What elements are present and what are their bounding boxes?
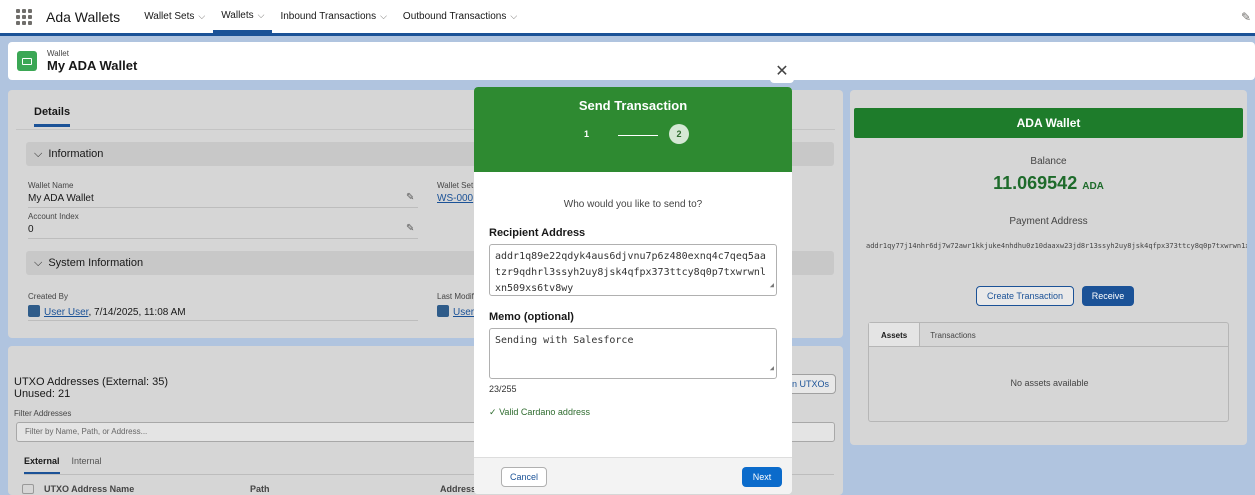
nav-tab-inbound-transactions[interactable]: Inbound Transactions ⌵ <box>272 0 394 33</box>
top-navigation: Ada Wallets Wallet Sets ⌵ Wallets ⌵ Inboun… <box>0 0 1255 36</box>
column-path[interactable]: Path <box>250 484 430 495</box>
empty-assets-message: No assets available <box>1010 378 1089 388</box>
record-object-label: Wallet <box>47 49 69 58</box>
wallet-name-label: Wallet Name <box>28 181 74 190</box>
memo-text: Sending with Salesforce <box>495 335 634 346</box>
nav-tab-outbound-transactions[interactable]: Outbound Transactions ⌵ <box>395 0 525 33</box>
tab-external[interactable]: External <box>24 456 60 474</box>
recipient-address-text: addr1q89e22qdyk4aus6djvnu7p6z480exnq4c7q… <box>495 251 766 294</box>
section-title: System Information <box>48 257 144 269</box>
checkmark-icon: ✓ <box>489 407 497 417</box>
created-by-label: Created By <box>28 292 69 301</box>
wallet-set-label: Wallet Set <box>437 181 474 190</box>
step-2-indicator: 2 <box>669 124 689 144</box>
receive-button[interactable]: Receive <box>1082 286 1134 306</box>
chevron-down-icon: ⌵ <box>34 147 43 160</box>
user-avatar-icon <box>437 305 449 317</box>
tab-assets[interactable]: Assets <box>869 323 921 346</box>
wallet-panel-title: ADA Wallet <box>854 108 1243 138</box>
modal-footer: Cancel Next <box>474 457 792 494</box>
app-launcher-icon[interactable] <box>14 7 34 27</box>
utxo-unused: Unused: 21 <box>14 388 71 400</box>
column-name[interactable]: UTXO Address Name <box>44 484 240 495</box>
last-modified-label: Last Modif <box>437 292 474 301</box>
nav-tab-label: Wallet Sets <box>144 11 195 22</box>
cancel-button[interactable]: Cancel <box>501 467 547 487</box>
field-divider <box>28 320 418 321</box>
chevron-down-icon[interactable]: ⌵ <box>380 11 387 22</box>
resize-handle-icon[interactable]: ◢ <box>770 277 774 293</box>
account-index-label: Account Index <box>28 212 79 221</box>
account-index-value: 0 <box>28 224 34 235</box>
select-all-checkbox[interactable] <box>22 484 34 494</box>
validation-text: Valid Cardano address <box>499 407 590 417</box>
memo-char-count: 23/255 <box>489 384 517 394</box>
step-connector <box>618 135 658 136</box>
created-by-date: , 7/14/2025, 11:08 AM <box>88 307 186 318</box>
recipient-address-input[interactable]: addr1q89e22qdyk4aus6djvnu7p6z480exnq4c7q… <box>489 244 777 296</box>
chevron-down-icon[interactable]: ⌵ <box>258 10 265 21</box>
recipient-address-label: Recipient Address <box>489 227 586 239</box>
balance-unit: ADA <box>1082 181 1104 192</box>
chevron-down-icon[interactable]: ⌵ <box>510 11 517 22</box>
tab-internal[interactable]: Internal <box>72 456 102 474</box>
modal-title: Send Transaction <box>578 98 688 113</box>
modal-header: Send Transaction 1 2 <box>474 87 792 172</box>
close-icon[interactable]: ✕ <box>770 59 794 83</box>
nav-tab-label: Inbound Transactions <box>280 11 377 22</box>
tab-transactions[interactable]: Transactions <box>920 323 986 346</box>
resize-handle-icon[interactable]: ◢ <box>770 360 774 376</box>
create-transaction-button[interactable]: Create Transaction <box>976 286 1074 306</box>
edit-account-index-icon[interactable]: ✎ <box>406 223 414 234</box>
balance-label: Balance <box>1030 156 1067 167</box>
field-divider <box>28 238 418 239</box>
nav-tab-wallet-sets[interactable]: Wallet Sets ⌵ <box>136 0 213 33</box>
send-transaction-modal: Send Transaction 1 2 Who would you like … <box>474 87 792 494</box>
wallet-name-value: My ADA Wallet <box>28 193 94 204</box>
user-avatar-icon <box>28 305 40 317</box>
app-name: Ada Wallets <box>46 8 121 25</box>
chevron-down-icon[interactable]: ⌵ <box>198 11 205 22</box>
tab-details[interactable]: Details <box>34 106 71 127</box>
created-by-value: User User, 7/14/2025, 11:08 AM <box>28 305 186 318</box>
chevron-down-icon: ⌵ <box>34 256 43 269</box>
utxo-title: UTXO Addresses (External: 35) <box>14 376 169 388</box>
last-modified-user-link[interactable]: User <box>453 307 474 318</box>
wallet-panel: ADA Wallet Balance 11.069542 ADA Payment… <box>850 90 1247 445</box>
payment-address-value: addr1qy77j14nhr6dj7w72awr1kkjuke4nhdhu0z… <box>866 242 1247 250</box>
wallet-record-icon <box>17 51 37 71</box>
filter-label: Filter Addresses <box>14 409 72 418</box>
created-by-user-link[interactable]: User User <box>44 307 88 318</box>
nav-tab-label: Wallets <box>221 9 254 21</box>
modal-question: Who would you like to send to? <box>563 199 703 210</box>
section-title: Information <box>48 148 104 160</box>
address-validation: ✓ Valid Cardano address <box>489 407 590 418</box>
nav-tab-wallets[interactable]: Wallets ⌵ <box>213 0 273 33</box>
next-button[interactable]: Next <box>742 467 782 487</box>
utxo-heading: UTXO Addresses (External: 35) Unused: 21 <box>14 376 168 400</box>
memo-input[interactable]: Sending with Salesforce ◢ <box>489 328 777 379</box>
edit-nav-icon[interactable]: ✎ <box>1241 10 1251 24</box>
edit-wallet-name-icon[interactable]: ✎ <box>406 192 414 203</box>
step-1-indicator: 1 <box>584 129 590 139</box>
last-modified-value: User <box>437 305 474 318</box>
balance-value: 11.069542 ADA <box>850 173 1247 194</box>
payment-address-label: Payment Address <box>1009 216 1088 227</box>
wallet-set-link[interactable]: WS-000 <box>437 193 473 204</box>
record-title: My ADA Wallet <box>47 58 138 73</box>
memo-label: Memo (optional) <box>489 311 574 323</box>
balance-amount: 11.069542 <box>993 173 1078 193</box>
utxo-action-button[interactable]: n UTXOs <box>788 374 836 394</box>
column-address[interactable]: Address <box>440 484 476 495</box>
field-divider <box>28 207 418 208</box>
nav-tab-label: Outbound Transactions <box>402 11 507 22</box>
record-header: Wallet My ADA Wallet <box>8 42 1255 80</box>
assets-tabset: Assets Transactions No assets available <box>868 322 1229 422</box>
